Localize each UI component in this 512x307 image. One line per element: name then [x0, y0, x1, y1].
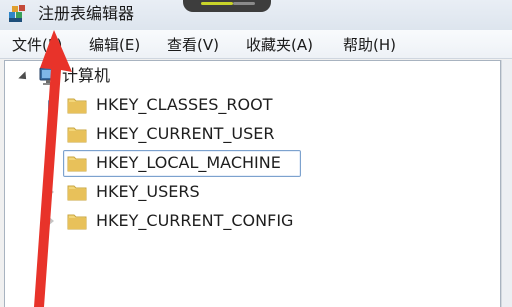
registry-editor-app-icon[interactable]	[6, 3, 28, 25]
folder-icon	[67, 127, 87, 143]
tree-node-hkey-classes-root[interactable]: HKEY_CLASSES_ROOT	[96, 95, 272, 115]
collapse-arrow-icon[interactable]	[18, 71, 30, 83]
folder-icon	[67, 185, 87, 201]
computer-icon	[39, 67, 57, 85]
menu-bar: 文件(F) 编辑(E) 查看(V) 收藏夹(A) 帮助(H)	[0, 30, 512, 59]
expand-arrow-icon[interactable]	[48, 187, 54, 197]
folder-icon	[67, 156, 87, 172]
tree-node-computer[interactable]: 计算机	[62, 66, 110, 86]
registry-editor-window: 注册表编辑器 文件(F) 编辑(E) 查看(V) 收藏夹(A) 帮助(H) 计算…	[0, 0, 512, 307]
menu-edit[interactable]: 编辑(E)	[87, 34, 142, 56]
menu-view[interactable]: 查看(V)	[165, 34, 221, 56]
overlay-pill-bar	[201, 2, 233, 5]
overlay-pill	[183, 0, 271, 12]
overlay-pill-track	[233, 2, 255, 5]
registry-tree-pane[interactable]: 计算机 HKEY_CLASSES_ROOT HKEY_CURRENT_USER …	[4, 60, 501, 307]
expand-arrow-icon[interactable]	[48, 100, 54, 110]
window-title: 注册表编辑器	[38, 4, 135, 23]
title-bar: 注册表编辑器	[0, 0, 512, 30]
expand-arrow-icon[interactable]	[48, 129, 54, 139]
expand-arrow-icon[interactable]	[48, 158, 54, 168]
tree-node-hkey-current-config[interactable]: HKEY_CURRENT_CONFIG	[96, 211, 293, 231]
expand-arrow-icon[interactable]	[48, 216, 54, 226]
menu-favorites[interactable]: 收藏夹(A)	[244, 34, 315, 56]
folder-icon	[67, 98, 87, 114]
tree-node-hkey-current-user[interactable]: HKEY_CURRENT_USER	[96, 124, 274, 144]
menu-file[interactable]: 文件(F)	[10, 34, 64, 56]
folder-icon	[67, 214, 87, 230]
tree-node-hkey-local-machine[interactable]: HKEY_LOCAL_MACHINE	[96, 153, 281, 173]
menu-help[interactable]: 帮助(H)	[341, 34, 398, 56]
vertical-scrollbar[interactable]	[501, 60, 512, 307]
tree-node-hkey-users[interactable]: HKEY_USERS	[96, 182, 200, 202]
